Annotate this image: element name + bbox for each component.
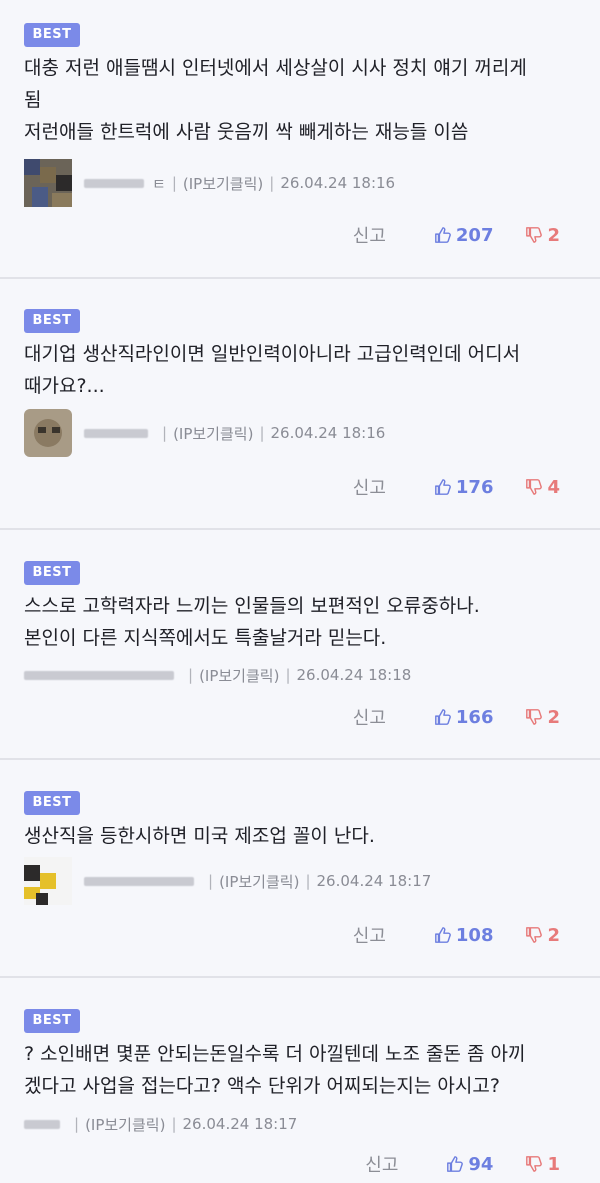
comment-actions: 신고 176 4	[353, 473, 560, 501]
separator: |	[285, 666, 291, 684]
thumbs-up-icon	[434, 227, 451, 243]
comment-text: 스스로 고학력자라 느끼는 인물들의 보편적인 오류중하나. 본인이 다른 지식…	[24, 595, 480, 649]
username-blurred[interactable]	[24, 670, 174, 680]
separator: |	[171, 1115, 177, 1133]
report-button[interactable]: 신고	[353, 474, 386, 500]
thumbs-down-icon	[526, 927, 543, 943]
downvote-button[interactable]: 2	[525, 707, 560, 728]
separator: |	[171, 174, 177, 192]
ip-view-link[interactable]: (IP보기클릭)	[199, 665, 279, 686]
comment-meta: | (IP보기클릭) | 26.04.24 18:18	[24, 651, 411, 699]
separator: |	[259, 424, 265, 442]
upvote-count: 207	[455, 224, 494, 246]
downvote-count: 2	[547, 224, 560, 246]
comment-actions: 신고 108 2	[353, 921, 560, 949]
ip-view-link[interactable]: (IP보기클릭)	[173, 423, 253, 444]
best-badge: BEST	[24, 309, 80, 333]
username-blurred[interactable]	[84, 876, 194, 886]
downvote-count: 2	[547, 706, 560, 728]
upvote-count: 108	[455, 924, 494, 946]
report-button[interactable]: 신고	[353, 922, 386, 948]
downvote-button[interactable]: 1	[525, 1154, 560, 1175]
separator: |	[74, 1115, 80, 1133]
username-suffix[interactable]: ㅌ	[152, 173, 166, 194]
username-blurred[interactable]	[24, 1119, 60, 1129]
best-badge: BEST	[24, 1009, 80, 1033]
comment-text: 생산직을 등한시하면 미국 제조업 꼴이 난다.	[24, 825, 375, 847]
avatar[interactable]	[24, 159, 72, 207]
upvote-button[interactable]: 94	[446, 1154, 493, 1175]
comment-item: BEST 생산직을 등한시하면 미국 제조업 꼴이 난다. | (IP보기클릭)…	[0, 760, 600, 978]
separator: |	[208, 872, 214, 890]
ip-view-link[interactable]: (IP보기클릭)	[183, 173, 263, 194]
thumbs-down-icon	[526, 1156, 543, 1172]
comment-meta: ㅌ | (IP보기클릭) | 26.04.24 18:16	[24, 159, 395, 207]
comment-item: BEST 스스로 고학력자라 느끼는 인물들의 보편적인 오류중하나. 본인이 …	[0, 530, 600, 760]
separator: |	[162, 424, 168, 442]
downvote-count: 1	[547, 1153, 560, 1175]
comment-meta: | (IP보기클릭) | 26.04.24 18:17	[24, 1100, 297, 1148]
comment-item: BEST 대충 저런 애들땜시 인터넷에서 세상살이 시사 정치 얘기 꺼리게 …	[0, 0, 600, 279]
separator: |	[305, 872, 311, 890]
downvote-button[interactable]: 2	[525, 925, 560, 946]
comment-text: ? 소인배면 몇푼 안되는돈일수록 더 아낄텐데 노조 줄돈 좀 아끼 겠다고 …	[24, 1043, 526, 1097]
upvote-count: 94	[468, 1153, 494, 1175]
comment-date: 26.04.24 18:16	[270, 424, 386, 442]
username-blurred[interactable]	[84, 178, 144, 188]
ip-view-link[interactable]: (IP보기클릭)	[219, 871, 299, 892]
best-badge: BEST	[24, 561, 80, 585]
downvote-count: 4	[547, 476, 560, 498]
best-badge: BEST	[24, 791, 80, 815]
upvote-button[interactable]: 207	[434, 224, 494, 246]
upvote-count: 176	[455, 476, 494, 498]
comment-meta: | (IP보기클릭) | 26.04.24 18:17	[24, 857, 431, 905]
comment-item: BEST 대기업 생산직라인이면 일반인력이아니라 고급인력인데 어디서 때가요…	[0, 279, 600, 530]
thumbs-down-icon	[526, 709, 543, 725]
upvote-button[interactable]: 108	[434, 924, 494, 946]
avatar[interactable]	[24, 857, 72, 905]
comment-actions: 신고 94 1	[365, 1150, 560, 1178]
comment-date: 26.04.24 18:16	[280, 174, 396, 192]
upvote-count: 166	[455, 706, 494, 728]
comment-date: 26.04.24 18:18	[296, 666, 412, 684]
comment-item: BEST ? 소인배면 몇푼 안되는돈일수록 더 아낄텐데 노조 줄돈 좀 아끼…	[0, 978, 600, 1183]
comment-text: 대충 저런 애들땜시 인터넷에서 세상살이 시사 정치 얘기 꺼리게 됨 저런애…	[24, 57, 527, 143]
thumbs-up-icon	[434, 479, 451, 495]
downvote-button[interactable]: 2	[525, 225, 560, 246]
comment-actions: 신고 207 2	[353, 221, 560, 249]
comment-actions: 신고 166 2	[353, 703, 560, 731]
report-button[interactable]: 신고	[353, 222, 386, 248]
comment-date: 26.04.24 18:17	[316, 872, 432, 890]
downvote-count: 2	[547, 924, 560, 946]
username-blurred[interactable]	[84, 428, 148, 438]
upvote-button[interactable]: 176	[434, 476, 494, 498]
upvote-button[interactable]: 166	[434, 706, 494, 728]
thumbs-down-icon	[526, 479, 543, 495]
thumbs-up-icon	[434, 709, 451, 725]
report-button[interactable]: 신고	[365, 1151, 398, 1177]
comment-date: 26.04.24 18:17	[182, 1115, 298, 1133]
separator: |	[269, 174, 275, 192]
comment-text: 대기업 생산직라인이면 일반인력이아니라 고급인력인데 어디서 때가요?...	[24, 343, 521, 397]
comment-meta: | (IP보기클릭) | 26.04.24 18:16	[24, 409, 385, 457]
best-badge: BEST	[24, 23, 80, 47]
report-button[interactable]: 신고	[353, 704, 386, 730]
thumbs-up-icon	[447, 1156, 464, 1172]
ip-view-link[interactable]: (IP보기클릭)	[85, 1114, 165, 1135]
downvote-button[interactable]: 4	[525, 477, 560, 498]
separator: |	[188, 666, 194, 684]
thumbs-up-icon	[434, 927, 451, 943]
thumbs-down-icon	[526, 227, 543, 243]
avatar[interactable]	[24, 409, 72, 457]
